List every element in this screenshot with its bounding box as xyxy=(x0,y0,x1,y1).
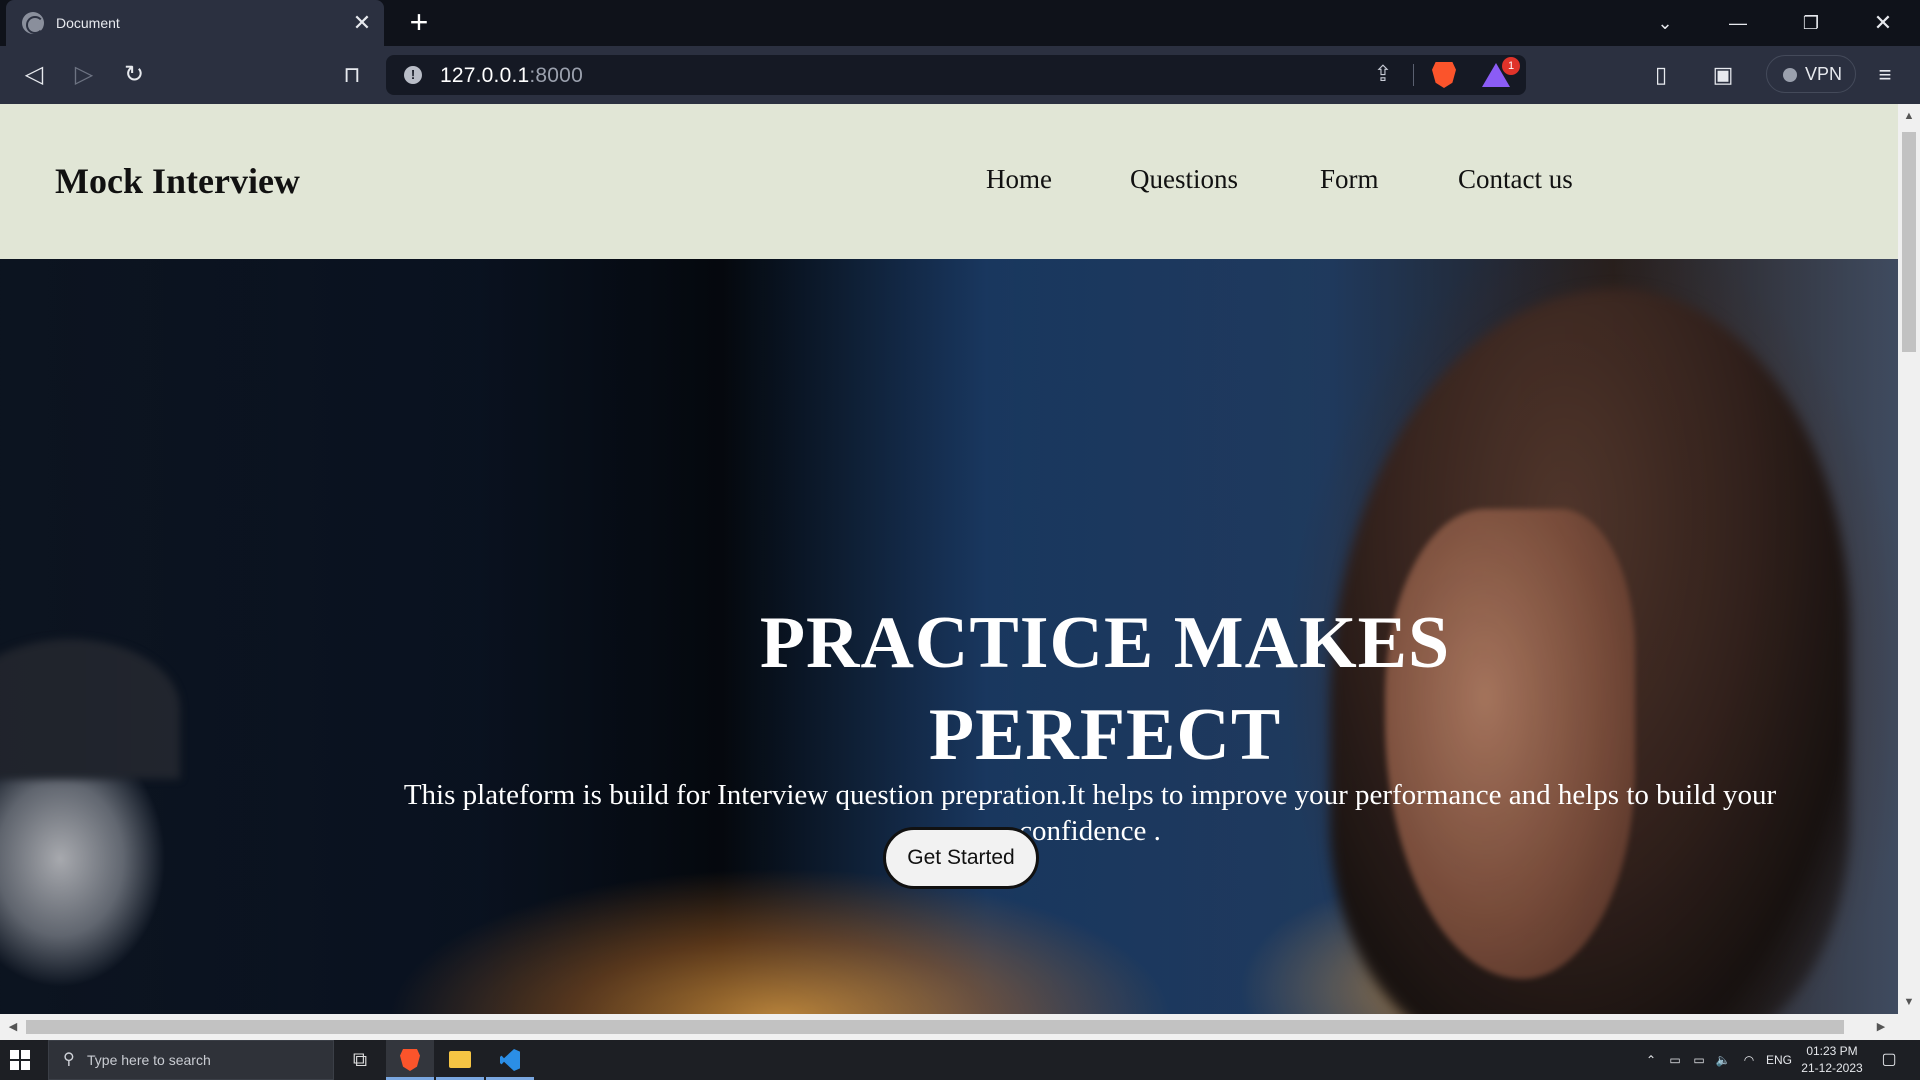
scroll-up-icon[interactable]: ▲ xyxy=(1898,106,1920,126)
tab-title: Document xyxy=(56,15,120,31)
task-view-icon[interactable]: ⧉ xyxy=(336,1040,384,1080)
taskbar-file-explorer-app[interactable] xyxy=(436,1040,484,1080)
search-icon: ⚲ xyxy=(63,1051,75,1068)
hero-section: PRACTICE MAKES PERFECT This plateform is… xyxy=(0,259,1898,1014)
share-icon[interactable]: ⇪ xyxy=(1368,61,1398,89)
sidebar-icon[interactable]: ▯ xyxy=(1644,58,1678,92)
language-indicator[interactable]: ENG xyxy=(1762,1040,1796,1080)
restore-button[interactable]: ❐ xyxy=(1776,0,1846,46)
battery-icon[interactable]: ▭ xyxy=(1688,1040,1710,1080)
address-bar[interactable]: ! 127.0.0.1:8000 ⇪ 1 xyxy=(386,55,1526,95)
hero-subtitle: This plateform is build for Interview qu… xyxy=(403,779,1777,847)
nav-link-questions[interactable]: Questions xyxy=(1130,164,1238,195)
reload-button[interactable]: ↻ xyxy=(116,58,152,92)
wifi-icon[interactable]: ◠ xyxy=(1738,1040,1760,1080)
bookmark-button[interactable]: ⊓ xyxy=(334,58,370,92)
notifications-icon[interactable]: ▢ xyxy=(1874,1040,1904,1080)
clock-time: 01:23 PM xyxy=(1806,1044,1858,1058)
wallet-icon[interactable]: ▣ xyxy=(1706,58,1740,92)
hamburger-menu-icon[interactable]: ≡ xyxy=(1868,58,1902,92)
windows-start-icon[interactable] xyxy=(10,1050,30,1070)
nav-link-form[interactable]: Form xyxy=(1320,164,1379,195)
scroll-left-icon[interactable]: ◀ xyxy=(2,1014,24,1040)
volume-icon[interactable]: 🔈 xyxy=(1712,1040,1734,1080)
chevron-up-icon[interactable]: ⌃ xyxy=(1640,1040,1662,1080)
vpn-status-icon xyxy=(1783,68,1797,82)
browser-tab[interactable]: Document ✕ xyxy=(6,0,384,46)
hero-title: PRACTICE MAKES PERFECT xyxy=(759,602,1451,776)
info-icon[interactable]: ! xyxy=(404,66,422,84)
url-text[interactable]: 127.0.0.1:8000 xyxy=(440,64,583,88)
url-host: 127.0.0.1 xyxy=(440,64,530,87)
new-tab-button[interactable]: + xyxy=(402,6,436,40)
minimize-button[interactable]: — xyxy=(1703,0,1773,46)
horizontal-scroll-thumb[interactable] xyxy=(26,1020,1844,1034)
brave-shields-icon[interactable] xyxy=(1432,62,1456,88)
window-close-button[interactable]: ✕ xyxy=(1848,0,1918,46)
forward-button[interactable]: ▷ xyxy=(66,58,102,92)
browser-toolbar: ◁ ▷ ↻ ⊓ ! 127.0.0.1:8000 ⇪ 1 ▯ ▣ VPN ≡ xyxy=(0,46,1920,104)
back-button[interactable]: ◁ xyxy=(16,58,52,92)
browser-tab-strip: Document ✕ + ⌄ — ❐ ✕ xyxy=(0,0,1920,46)
get-started-button[interactable]: Get Started xyxy=(883,827,1039,889)
nav-link-home[interactable]: Home xyxy=(986,164,1052,195)
file-explorer-icon xyxy=(449,1051,471,1068)
vpn-label: VPN xyxy=(1805,64,1843,84)
clock-date: 21-12-2023 xyxy=(1801,1061,1863,1075)
vertical-scroll-thumb[interactable] xyxy=(1902,132,1916,352)
device-icon[interactable]: ▭ xyxy=(1664,1040,1686,1080)
site-header: Mock Interview Home Questions Form Conta… xyxy=(0,104,1898,259)
taskbar-clock[interactable]: 01:23 PM 21-12-2023 xyxy=(1796,1043,1868,1077)
site-logo[interactable]: Mock Interview xyxy=(55,160,300,202)
vertical-scrollbar[interactable]: ▲ ▼ xyxy=(1898,104,1920,1014)
taskbar-vscode-app[interactable] xyxy=(486,1040,534,1080)
taskbar-search-box[interactable]: ⚲ Type here to search xyxy=(48,1040,334,1080)
vscode-icon xyxy=(500,1049,520,1071)
scroll-down-icon[interactable]: ▼ xyxy=(1898,992,1920,1012)
globe-icon xyxy=(22,12,44,34)
vpn-button[interactable]: VPN xyxy=(1766,55,1856,93)
url-port: :8000 xyxy=(529,64,583,87)
page-viewport: Mock Interview Home Questions Form Conta… xyxy=(0,104,1898,1014)
address-divider xyxy=(1413,64,1414,86)
scrollbar-corner xyxy=(1898,1014,1920,1040)
brave-browser-icon xyxy=(400,1049,420,1071)
scroll-right-icon[interactable]: ▶ xyxy=(1870,1014,1892,1040)
nav-link-contact-us[interactable]: Contact us xyxy=(1458,164,1573,195)
windows-taskbar: ⚲ Type here to search ⧉ ⌃ ▭ ▭ 🔈 ◠ ENG 01… xyxy=(0,1040,1920,1080)
close-icon[interactable]: ✕ xyxy=(348,9,376,37)
rewards-badge: 1 xyxy=(1502,57,1520,75)
tab-search-chevron-down-icon[interactable]: ⌄ xyxy=(1630,0,1700,46)
horizontal-scrollbar[interactable]: ◀ ▶ xyxy=(0,1014,1898,1040)
taskbar-brave-app[interactable] xyxy=(386,1040,434,1080)
taskbar-search-placeholder: Type here to search xyxy=(87,1052,211,1068)
